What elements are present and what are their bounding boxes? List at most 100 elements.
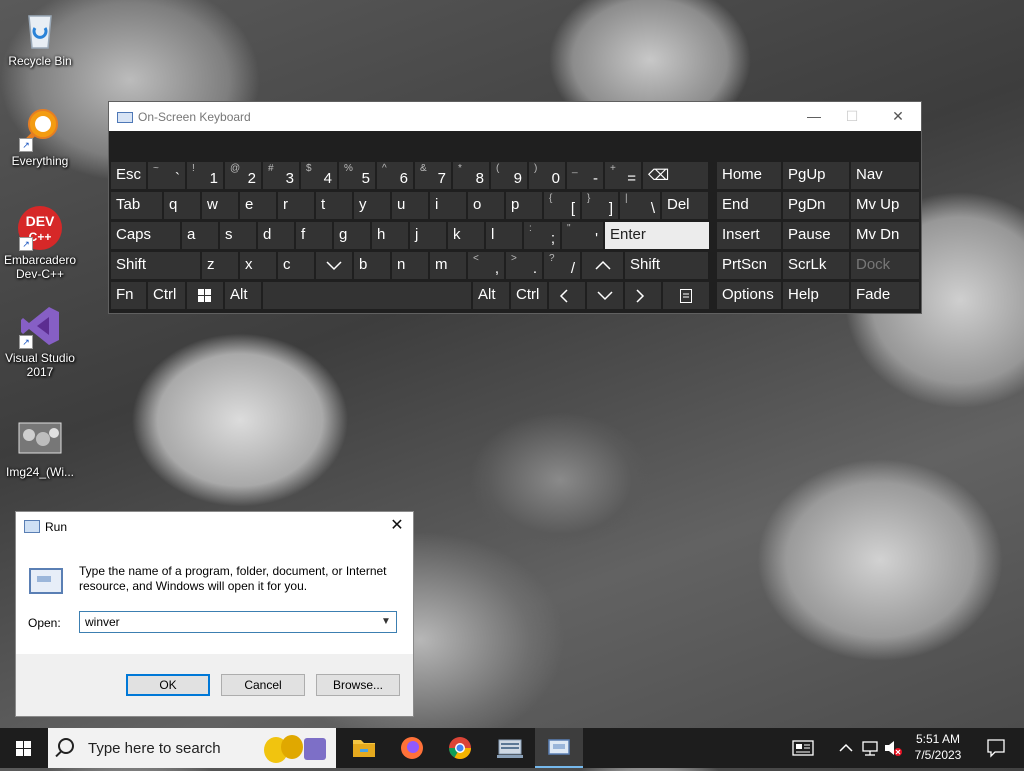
volume-button[interactable]	[882, 728, 904, 768]
cancel-button[interactable]: Cancel	[221, 674, 305, 696]
key-arrow-down[interactable]	[316, 252, 352, 279]
open-input-value[interactable]: winver	[85, 615, 120, 629]
key-z[interactable]: z	[202, 252, 238, 279]
key-sym[interactable]: {[	[544, 192, 580, 219]
key-help[interactable]: Help	[783, 282, 849, 309]
key-alt[interactable]: Alt	[473, 282, 509, 309]
key-k[interactable]: k	[448, 222, 484, 249]
key-pause[interactable]: Pause	[783, 222, 849, 249]
key-shift[interactable]: Shift	[111, 252, 200, 279]
desktop-icon-devcpp[interactable]: DEV C++ ↗ Embarcadero Dev-C++	[4, 205, 76, 281]
show-hidden-icons-button[interactable]	[836, 728, 856, 768]
key-ctrl[interactable]: Ctrl	[511, 282, 547, 309]
osk-title-bar[interactable]: On-Screen Keyboard — ☐ ✕	[109, 102, 921, 131]
key-9[interactable]: (9	[491, 162, 527, 189]
key-t[interactable]: t	[316, 192, 352, 219]
key-3[interactable]: #3	[263, 162, 299, 189]
key-y[interactable]: y	[354, 192, 390, 219]
key-ctrl[interactable]: Ctrl	[148, 282, 185, 309]
desktop-icon-img24[interactable]: Img24_(Wi...	[4, 417, 76, 479]
key-d[interactable]: d	[258, 222, 294, 249]
taskbar-firefox[interactable]	[388, 728, 436, 768]
taskbar-file-explorer[interactable]	[340, 728, 388, 768]
chevron-down-icon[interactable]: ▼	[379, 613, 393, 631]
key-mv-up[interactable]: Mv Up	[851, 192, 919, 219]
key-a[interactable]: a	[182, 222, 218, 249]
desktop-icon-recycle-bin[interactable]: Recycle Bin	[4, 6, 76, 68]
key-sym[interactable]: | \	[620, 192, 660, 219]
key-scrlk[interactable]: ScrLk	[783, 252, 849, 279]
key-sym[interactable]: " '	[562, 222, 603, 249]
key-f[interactable]: f	[296, 222, 332, 249]
key-1[interactable]: ! 1	[187, 162, 223, 189]
key-o[interactable]: o	[468, 192, 504, 219]
key-x[interactable]: x	[240, 252, 276, 279]
key-sym[interactable]: >.	[506, 252, 542, 279]
key-i[interactable]: i	[430, 192, 466, 219]
key-g[interactable]: g	[334, 222, 370, 249]
key-arrow-down[interactable]	[587, 282, 623, 309]
key-4[interactable]: $4	[301, 162, 337, 189]
notifications-button[interactable]	[976, 728, 1016, 768]
key-insert[interactable]: Insert	[717, 222, 781, 249]
key-8[interactable]: * 8	[453, 162, 489, 189]
key-e[interactable]: e	[240, 192, 276, 219]
key-fade[interactable]: Fade	[851, 282, 919, 309]
key-end[interactable]: End	[717, 192, 781, 219]
run-title-bar[interactable]: Run ✕	[16, 512, 413, 541]
key-l[interactable]: l	[486, 222, 522, 249]
taskbar-on-screen-keyboard[interactable]	[486, 728, 534, 768]
key-fn[interactable]: Fn	[111, 282, 146, 309]
key-sym[interactable]: ? /	[544, 252, 580, 279]
ok-button[interactable]: OK	[126, 674, 210, 696]
key-nav[interactable]: Nav	[851, 162, 919, 189]
open-combobox[interactable]: winver ▼	[79, 611, 397, 633]
key-esc[interactable]: Esc	[111, 162, 146, 189]
key-b[interactable]: b	[354, 252, 390, 279]
run-close-button[interactable]: ✕	[387, 516, 407, 536]
key-n[interactable]: n	[392, 252, 428, 279]
key-u[interactable]: u	[392, 192, 428, 219]
taskbar-search-box[interactable]: Type here to search	[48, 728, 336, 768]
network-status-button[interactable]	[860, 728, 882, 768]
taskbar-news-button[interactable]	[786, 728, 820, 768]
key-p[interactable]: p	[506, 192, 542, 219]
desktop-icon-everything[interactable]: ↗ Everything	[4, 106, 76, 168]
key-6[interactable]: ^ 6	[377, 162, 413, 189]
key-pgup[interactable]: PgUp	[783, 162, 849, 189]
key-s[interactable]: s	[220, 222, 256, 249]
browse-button[interactable]: Browse...	[316, 674, 400, 696]
key-shift[interactable]: Shift	[625, 252, 708, 279]
key-alt[interactable]: Alt	[225, 282, 261, 309]
key-mv-dn[interactable]: Mv Dn	[851, 222, 919, 249]
key-j[interactable]: j	[410, 222, 446, 249]
key-options[interactable]: Options	[717, 282, 781, 309]
key-caps[interactable]: Caps	[111, 222, 180, 249]
close-button[interactable]: ✕	[883, 106, 913, 126]
key-r[interactable]: r	[278, 192, 314, 219]
key-menu[interactable]	[663, 282, 709, 309]
key-backspace[interactable]: ⌫	[643, 162, 708, 189]
start-button[interactable]	[0, 728, 48, 768]
key-sym[interactable]: :;	[524, 222, 560, 249]
minimize-button[interactable]: —	[799, 106, 829, 126]
key-h[interactable]: h	[372, 222, 408, 249]
key-sym[interactable]: + =	[605, 162, 641, 189]
key-tab[interactable]: Tab	[111, 192, 162, 219]
key-del[interactable]: Del	[662, 192, 708, 219]
key-prtscn[interactable]: PrtScn	[717, 252, 781, 279]
key-7[interactable]: & 7	[415, 162, 451, 189]
key-5[interactable]: % 5	[339, 162, 375, 189]
key-w[interactable]: w	[202, 192, 238, 219]
key-sym[interactable]: <,	[468, 252, 504, 279]
key-windows[interactable]	[187, 282, 223, 309]
desktop-icon-visual-studio[interactable]: ↗ Visual Studio 2017	[4, 303, 76, 379]
taskbar-clock[interactable]: 5:51 AM 7/5/2023	[906, 731, 970, 763]
key-c[interactable]: c	[278, 252, 314, 279]
key-m[interactable]: m	[430, 252, 466, 279]
key-pgdn[interactable]: PgDn	[783, 192, 849, 219]
key-arrow-up[interactable]	[582, 252, 623, 279]
key-arrow-left[interactable]	[549, 282, 585, 309]
key-home[interactable]: Home	[717, 162, 781, 189]
key-enter[interactable]: Enter	[605, 222, 709, 249]
